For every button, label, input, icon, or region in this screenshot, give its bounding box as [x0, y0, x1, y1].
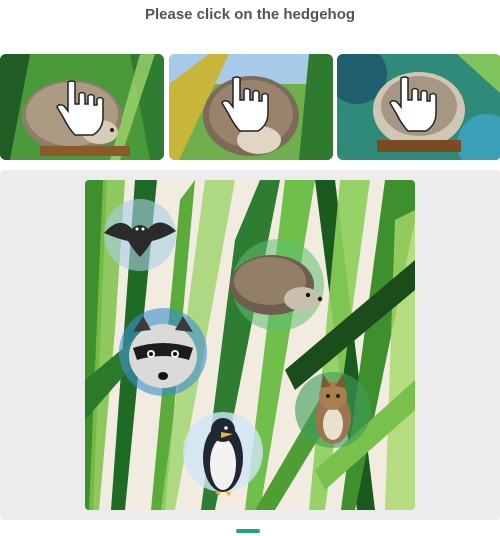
- example-images-row: [0, 54, 500, 160]
- animal-cat[interactable]: [295, 372, 371, 448]
- animal-bat[interactable]: [104, 199, 176, 271]
- animal-raccoon[interactable]: [119, 308, 207, 396]
- footer-bar: [0, 526, 500, 536]
- footer-accent: [236, 529, 260, 533]
- puzzle-panel: [0, 170, 500, 520]
- example-image-1: [0, 54, 164, 160]
- example-image-2: [169, 54, 333, 160]
- captcha-challenge: Please click on the hedgehog: [0, 0, 500, 536]
- prompt-text: Please click on the hedgehog: [144, 6, 356, 23]
- example-image-3: [337, 54, 500, 160]
- puzzle-image[interactable]: [85, 180, 415, 510]
